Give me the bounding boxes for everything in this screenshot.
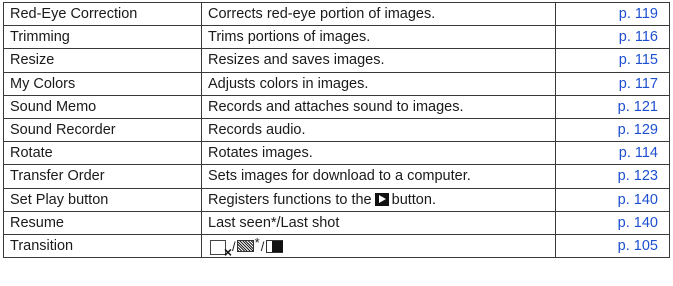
page-link[interactable]: p. 121	[618, 99, 658, 115]
page-link[interactable]: p. 140	[618, 215, 658, 231]
page-link[interactable]: p. 140	[618, 192, 658, 208]
description-text: Registers functions to the	[208, 191, 372, 208]
transition-options: / * /	[210, 235, 284, 257]
page-link[interactable]: p. 123	[618, 168, 658, 184]
function-description: Registers functions to the button.	[201, 187, 556, 212]
function-description: Records audio.	[201, 117, 556, 143]
function-name: Resume	[3, 210, 202, 235]
description-text: button.	[391, 191, 436, 208]
table-row: Resume Last seen*/Last shot p. 140	[3, 210, 670, 235]
page-link[interactable]: p. 115	[619, 52, 658, 68]
page-link[interactable]: p. 114	[619, 145, 658, 161]
function-description: / * /	[201, 233, 556, 259]
page-link[interactable]: p. 105	[618, 238, 658, 254]
function-name: Rotate	[3, 141, 202, 166]
table-row: Transfer Order Sets images for download …	[3, 164, 670, 189]
function-name: Sound Memo	[3, 94, 202, 119]
page-link[interactable]: p. 116	[619, 29, 658, 45]
fade-transition-icon	[236, 239, 254, 252]
table-row: Sound Recorder Records audio. p. 129	[3, 117, 670, 143]
table-row: Rotate Rotates images. p. 114	[3, 141, 670, 166]
function-description: Rotates images.	[201, 141, 556, 166]
function-description: Sets images for download to a computer.	[201, 164, 556, 189]
function-name: Transition	[3, 233, 202, 259]
functions-table: Red-Eye Correction Corrects red-eye port…	[3, 1, 670, 259]
table-row: My Colors Adjusts colors in images. p. 1…	[3, 71, 670, 96]
page-link[interactable]: p. 117	[619, 76, 658, 92]
play-button-icon	[374, 192, 389, 206]
function-name: Resize	[3, 48, 202, 73]
function-description: Records and attaches sound to images.	[201, 94, 556, 119]
no-transition-icon	[210, 239, 232, 257]
page-link[interactable]: p. 119	[619, 6, 658, 22]
table-row: Transition / * / p. 105	[3, 233, 670, 259]
separator: /	[260, 238, 265, 254]
table-row: Sound Memo Records and attaches sound to…	[3, 94, 670, 119]
function-description: Trims portions of images.	[201, 25, 556, 50]
function-description: Adjusts colors in images.	[201, 71, 556, 96]
function-name: Red-Eye Correction	[3, 1, 202, 27]
function-name: Transfer Order	[3, 164, 202, 189]
function-name: Sound Recorder	[3, 117, 202, 143]
function-description: Corrects red-eye portion of images.	[201, 1, 556, 27]
page-link[interactable]: p. 129	[618, 122, 658, 138]
table-row: Set Play button Registers functions to t…	[3, 187, 670, 212]
function-name: My Colors	[3, 71, 202, 96]
table-row: Trimming Trims portions of images. p. 11…	[3, 25, 670, 50]
function-name: Trimming	[3, 25, 202, 50]
table-row: Resize Resizes and saves images. p. 115	[3, 48, 670, 73]
table-row: Red-Eye Correction Corrects red-eye port…	[3, 1, 670, 27]
slide-transition-icon	[266, 239, 284, 253]
function-description: Resizes and saves images.	[201, 48, 556, 73]
function-name: Set Play button	[3, 187, 202, 212]
function-description: Last seen*/Last shot	[201, 210, 556, 235]
